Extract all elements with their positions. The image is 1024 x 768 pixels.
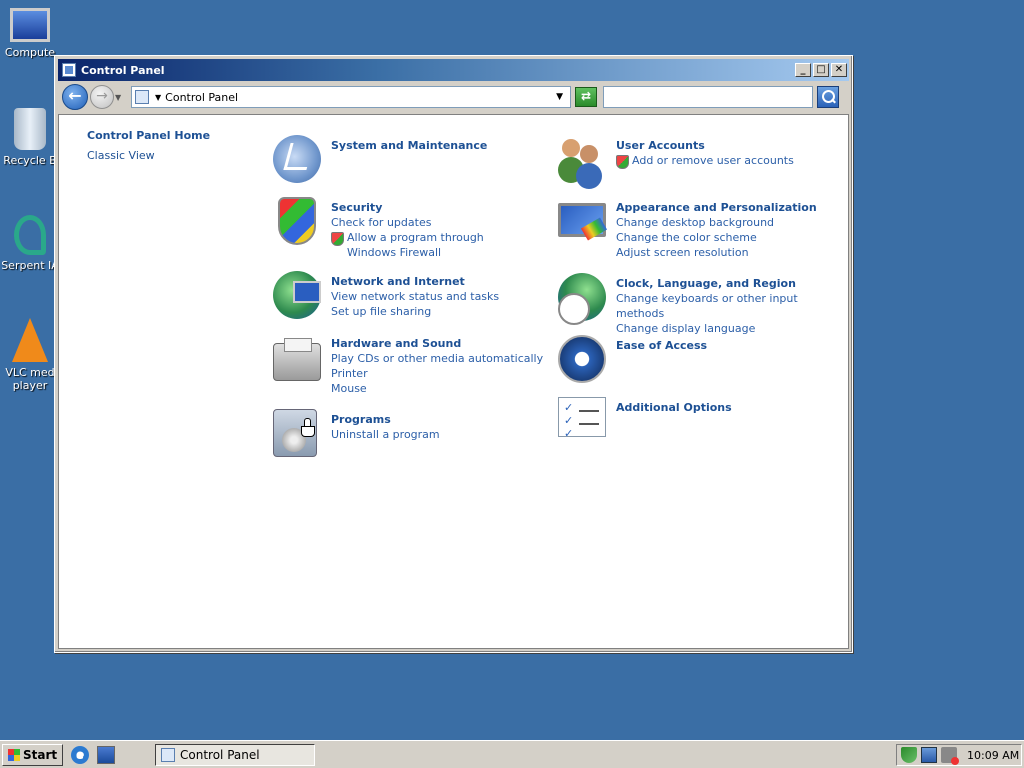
category-title[interactable]: Additional Options bbox=[616, 401, 732, 415]
printer-icon[interactable] bbox=[273, 338, 321, 381]
search-input[interactable] bbox=[603, 86, 813, 108]
category-title[interactable]: Ease of Access bbox=[616, 339, 707, 353]
link-change-display-language[interactable]: Change display language bbox=[616, 321, 848, 336]
close-button[interactable]: ✕ bbox=[831, 63, 847, 77]
desktop-icon-label: Recycle B bbox=[3, 154, 57, 167]
control-panel-icon bbox=[161, 748, 175, 762]
start-label: Start bbox=[23, 747, 58, 762]
hand-cursor-icon bbox=[300, 418, 315, 437]
link-change-keyboards[interactable]: Change keyboards or other input methods bbox=[616, 291, 848, 321]
link-add-remove-users[interactable]: Add or remove user accounts bbox=[616, 153, 794, 169]
clock-globe-icon[interactable] bbox=[558, 273, 606, 325]
desktop-icon-label: Serpent IA bbox=[1, 259, 59, 272]
category-title[interactable]: Programs bbox=[331, 413, 440, 427]
category-title[interactable]: Clock, Language, and Region bbox=[616, 277, 848, 291]
show-desktop-icon[interactable] bbox=[97, 745, 116, 764]
network-globe-icon[interactable] bbox=[273, 271, 321, 319]
category-title[interactable]: Hardware and Sound bbox=[331, 337, 543, 351]
window-title: Control Panel bbox=[81, 63, 165, 77]
category-system-maintenance: System and Maintenance bbox=[273, 135, 487, 183]
category-ease-of-access: Ease of Access bbox=[558, 335, 707, 383]
content-pane: Control Panel Home Classic View System a… bbox=[58, 114, 849, 649]
category-title[interactable]: Security bbox=[331, 201, 521, 215]
category-clock-language-region: Clock, Language, and Region Change keybo… bbox=[558, 273, 848, 336]
desktop-icon-label: VLC med player bbox=[5, 366, 55, 392]
desktop-icon-vlc[interactable]: VLC med player bbox=[0, 318, 60, 392]
control-panel-icon bbox=[135, 90, 149, 104]
maximize-button[interactable]: □ bbox=[813, 63, 829, 77]
category-hardware-sound: Hardware and Sound Play CDs or other med… bbox=[273, 333, 543, 396]
monitor-paint-icon[interactable] bbox=[558, 203, 606, 237]
sidebar: Control Panel Home Classic View bbox=[87, 129, 210, 162]
category-appearance: Appearance and Personalization Change de… bbox=[558, 197, 817, 260]
taskbar-item-label: Control Panel bbox=[180, 748, 260, 762]
computer-icon bbox=[10, 8, 50, 42]
category-title[interactable]: User Accounts bbox=[616, 139, 794, 153]
link-change-desktop-background[interactable]: Change desktop background bbox=[616, 215, 817, 230]
category-security: Security Check for updates Allow a progr… bbox=[273, 197, 521, 260]
sidebar-control-panel-home[interactable]: Control Panel Home bbox=[87, 129, 210, 142]
system-maintenance-icon[interactable] bbox=[273, 135, 321, 183]
control-panel-window: Control Panel _ □ ✕ ← → ▼ ▼ Control Pane… bbox=[54, 55, 853, 653]
desktop-icon-serpent[interactable]: Serpent IA bbox=[0, 215, 60, 272]
link-change-color-scheme[interactable]: Change the color scheme bbox=[616, 230, 817, 245]
link-autoplay[interactable]: Play CDs or other media automatically bbox=[331, 351, 543, 366]
back-button[interactable]: ← bbox=[62, 84, 88, 110]
start-button[interactable]: Start bbox=[2, 743, 64, 766]
control-panel-icon bbox=[62, 63, 76, 77]
system-tray: 10:09 AM bbox=[896, 744, 1022, 766]
recent-pages-dropdown[interactable]: ▼ bbox=[115, 93, 125, 102]
address-dropdown[interactable]: ▼ bbox=[556, 92, 563, 102]
windows-flag-icon bbox=[8, 748, 20, 761]
link-check-for-updates[interactable]: Check for updates bbox=[331, 215, 521, 230]
serpent-icon bbox=[14, 215, 46, 255]
minimize-button[interactable]: _ bbox=[795, 63, 811, 77]
ease-of-access-icon[interactable] bbox=[558, 335, 606, 383]
category-network-internet: Network and Internet View network status… bbox=[273, 271, 499, 319]
desktop-icon-recycle-bin[interactable]: Recycle B bbox=[0, 108, 60, 167]
taskbar-control-panel[interactable]: Control Panel bbox=[155, 744, 315, 766]
link-adjust-screen-resolution[interactable]: Adjust screen resolution bbox=[616, 245, 817, 260]
sidebar-classic-view[interactable]: Classic View bbox=[87, 149, 210, 162]
security-shield-icon[interactable] bbox=[278, 197, 316, 245]
breadcrumb-control-panel[interactable]: Control Panel bbox=[165, 91, 556, 104]
title-bar[interactable]: Control Panel _ □ ✕ bbox=[58, 59, 849, 81]
category-title[interactable]: System and Maintenance bbox=[331, 139, 487, 153]
navigation-bar: ← → ▼ ▼ Control Panel ▼ ⇄ bbox=[58, 83, 849, 111]
category-title[interactable]: Appearance and Personalization bbox=[616, 201, 817, 215]
vlc-cone-icon bbox=[12, 318, 48, 362]
recycle-bin-icon bbox=[14, 108, 46, 150]
link-mouse[interactable]: Mouse bbox=[331, 381, 543, 396]
desktop-icon-label: Compute bbox=[4, 46, 56, 59]
link-view-network-status[interactable]: View network status and tasks bbox=[331, 289, 499, 304]
breadcrumb-arrow[interactable]: ▼ bbox=[155, 93, 161, 102]
category-user-accounts: User Accounts Add or remove user account… bbox=[558, 135, 794, 183]
security-tray-icon[interactable] bbox=[901, 747, 917, 763]
search-button[interactable] bbox=[817, 86, 839, 108]
desktop-icon-computer[interactable]: Compute bbox=[0, 5, 60, 59]
link-printer[interactable]: Printer bbox=[331, 366, 543, 381]
clock[interactable]: 10:09 AM bbox=[967, 749, 1019, 762]
address-bar[interactable]: ▼ Control Panel ▼ bbox=[131, 86, 571, 108]
forward-button[interactable]: → bbox=[90, 85, 114, 109]
users-icon[interactable] bbox=[558, 135, 606, 183]
network-tray-icon[interactable] bbox=[921, 747, 937, 763]
category-title[interactable]: Network and Internet bbox=[331, 275, 499, 289]
category-programs: Programs Uninstall a program bbox=[273, 409, 440, 457]
checklist-icon[interactable] bbox=[558, 397, 606, 440]
link-allow-program-firewall[interactable]: Allow a program through Windows Firewall bbox=[331, 230, 521, 260]
link-uninstall-program[interactable]: Uninstall a program bbox=[331, 427, 440, 442]
taskbar: Start e Control Panel 10:09 AM bbox=[0, 740, 1024, 768]
category-additional-options: Additional Options bbox=[558, 397, 732, 440]
volume-muted-icon[interactable] bbox=[941, 747, 959, 765]
link-set-up-file-sharing[interactable]: Set up file sharing bbox=[331, 304, 499, 319]
internet-explorer-icon[interactable]: e bbox=[71, 745, 90, 764]
refresh-button[interactable]: ⇄ bbox=[575, 87, 597, 107]
